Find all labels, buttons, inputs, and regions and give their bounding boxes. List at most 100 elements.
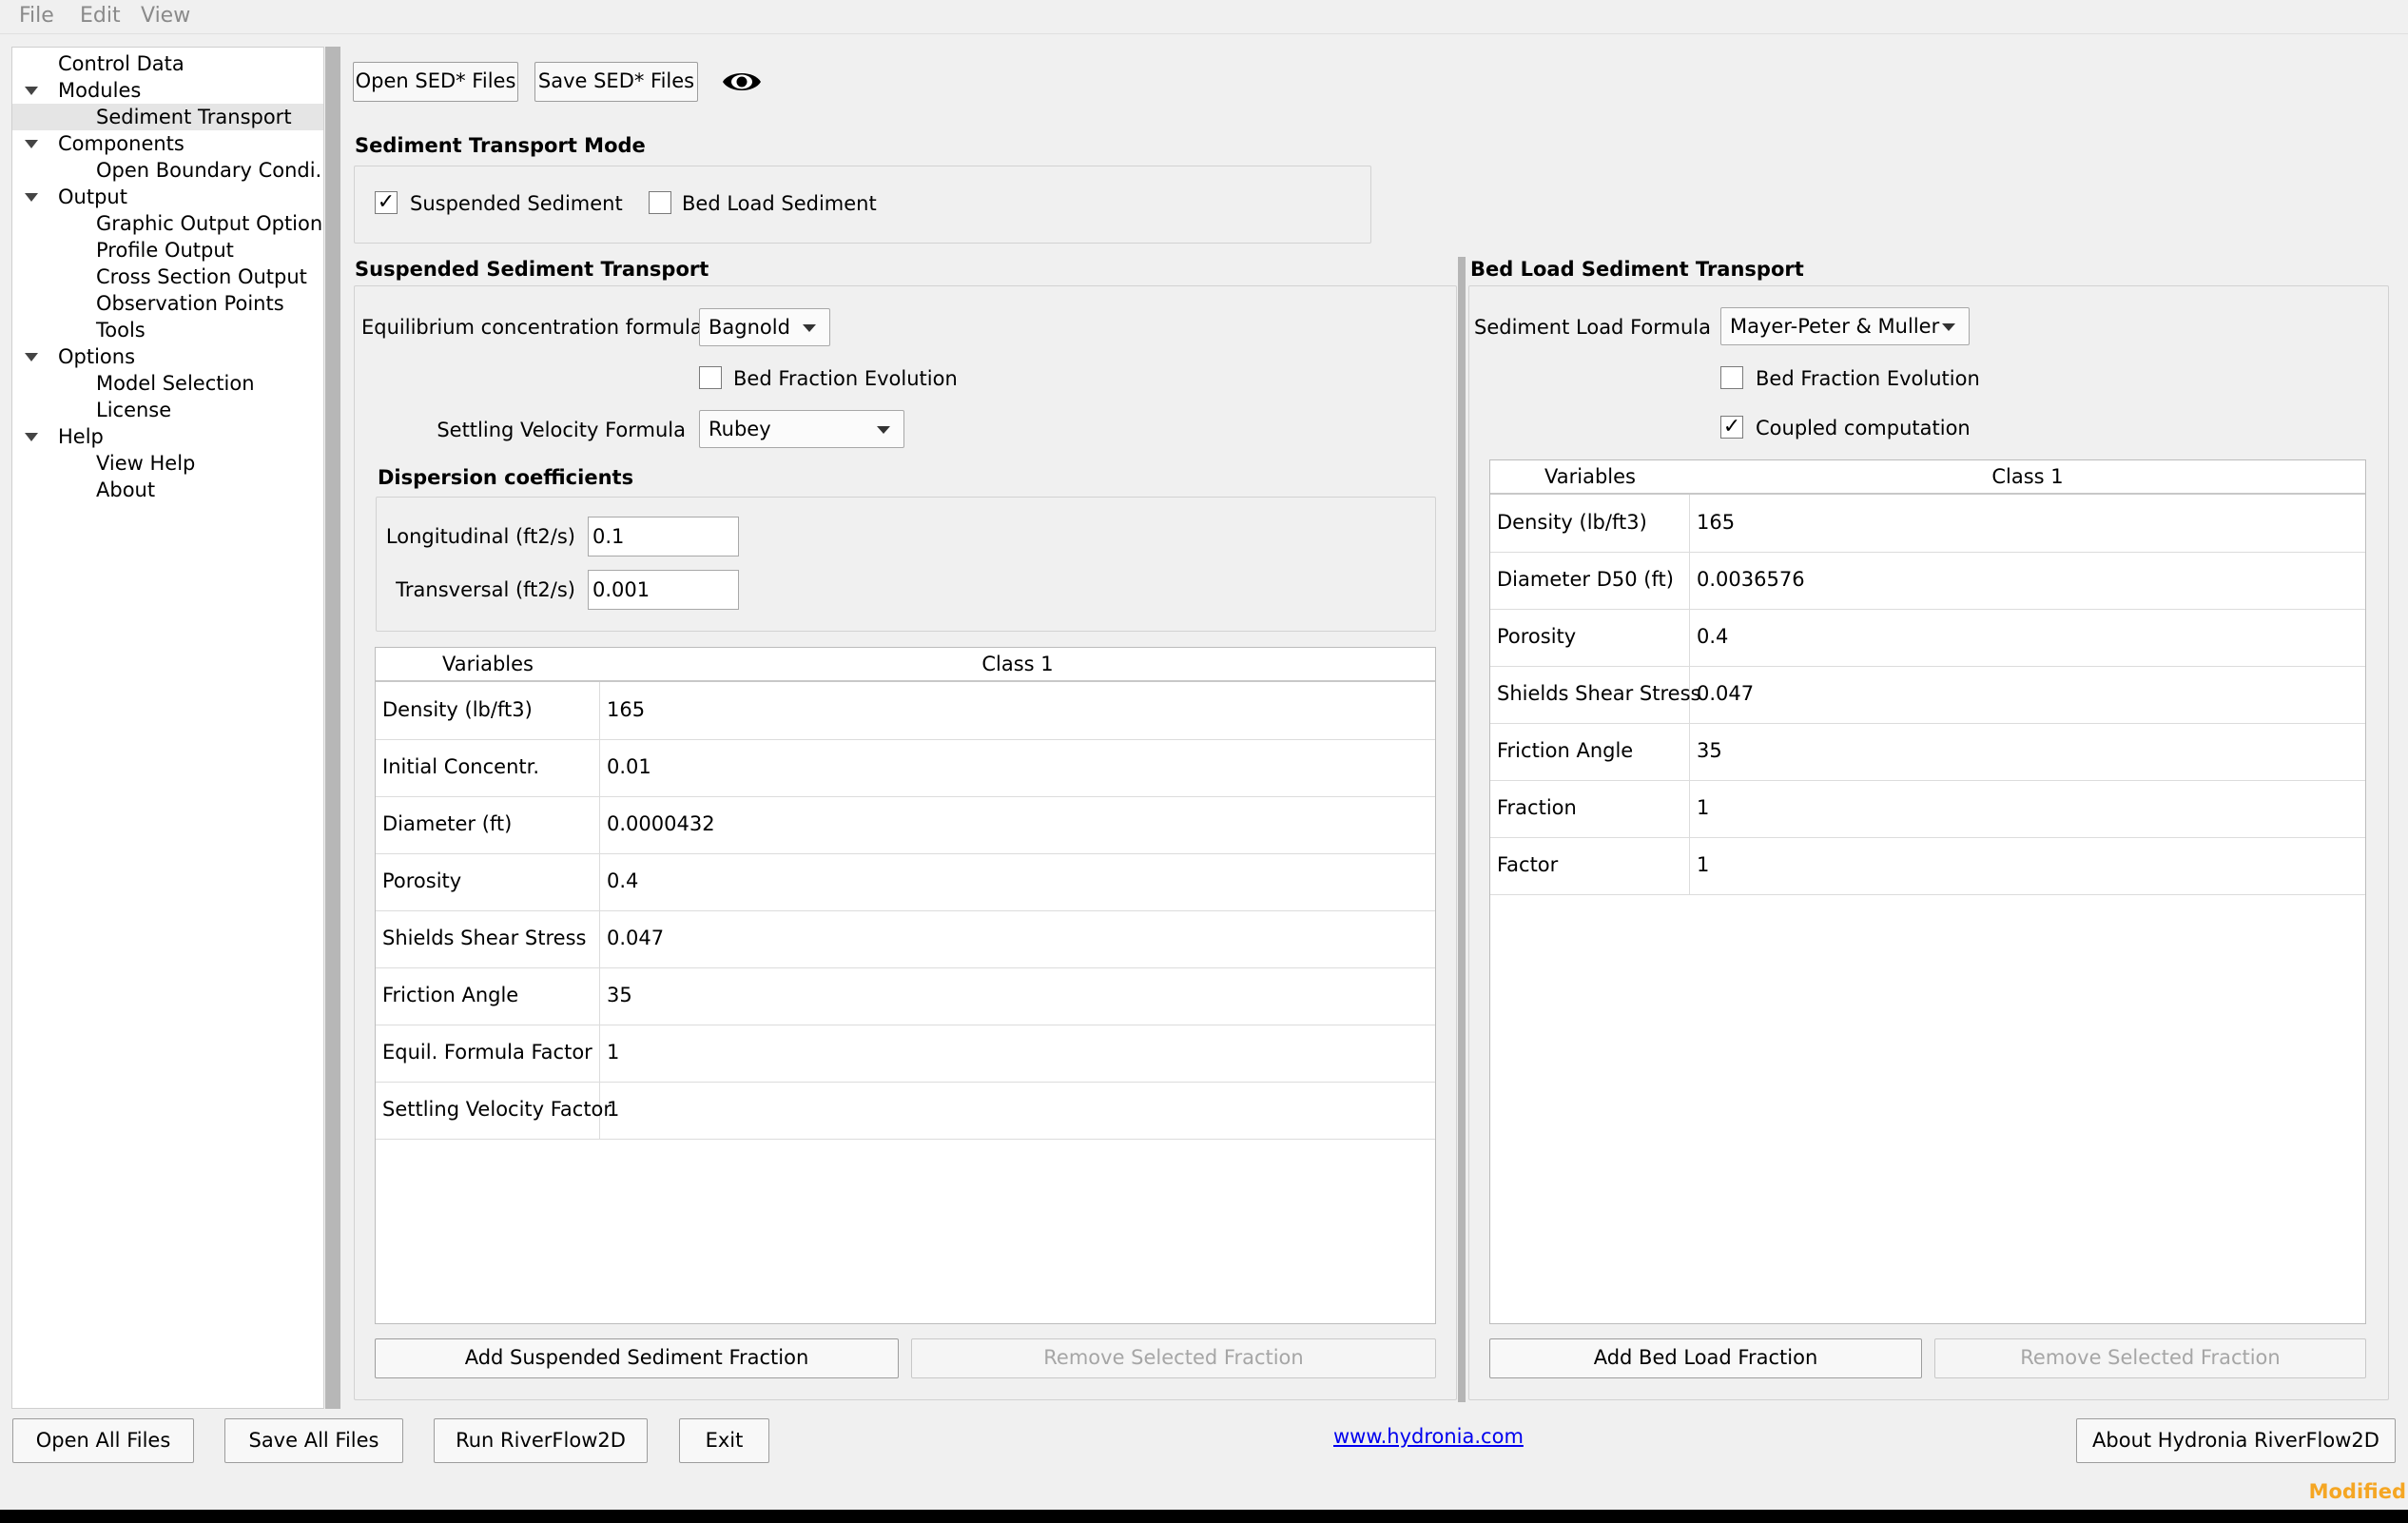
suspended-sediment-checkbox[interactable]: ✓ (375, 191, 398, 214)
bed-load-sediment-checkbox[interactable] (649, 191, 671, 214)
tree-item-view-help[interactable]: View Help (12, 450, 323, 477)
table-row[interactable]: Shields Shear Stress 0.047 (376, 910, 1435, 968)
settling-velocity-select[interactable]: Rubey (699, 410, 904, 448)
table-row[interactable]: Diameter D50 (ft) 0.0036576 (1490, 552, 2365, 610)
table-row[interactable]: Friction Angle 35 (1490, 723, 2365, 781)
column-header-class-1[interactable]: Class 1 (1690, 460, 2365, 495)
class-1-value-cell[interactable]: 0.4 (600, 853, 1435, 910)
bed-load-bed-fraction-checkbox[interactable] (1720, 366, 1743, 389)
variable-name-cell: Porosity (376, 853, 600, 910)
column-header-variables[interactable]: Variables (376, 648, 601, 682)
chevron-down-icon (803, 324, 816, 332)
table-row[interactable]: Diameter (ft) 0.0000432 (376, 796, 1435, 854)
tree-item-license[interactable]: License (12, 397, 323, 423)
tree-item-options[interactable]: Options (12, 343, 323, 370)
table-row[interactable]: Initial Concentr. 0.01 (376, 739, 1435, 797)
class-1-value-cell[interactable]: 0.4 (1690, 609, 2365, 666)
class-1-value-cell[interactable]: 1 (600, 1082, 1435, 1139)
open-all-files-button[interactable]: Open All Files (12, 1418, 194, 1463)
table-row[interactable]: Porosity 0.4 (1490, 609, 2365, 667)
tree-item-open-boundary-condi[interactable]: Open Boundary Condi... (12, 157, 323, 184)
variable-name-cell: Diameter D50 (ft) (1490, 552, 1690, 609)
chevron-down-icon (877, 426, 890, 434)
table-row[interactable]: Porosity 0.4 (376, 853, 1435, 911)
menu-edit[interactable]: Edit (80, 4, 121, 28)
table-row[interactable]: Equil. Formula Factor 1 (376, 1025, 1435, 1083)
tree-item-observation-points[interactable]: Observation Points (12, 290, 323, 317)
add-suspended-fraction-button[interactable]: Add Suspended Sediment Fraction (375, 1338, 899, 1378)
table-row[interactable]: Density (lb/ft3) 165 (1490, 495, 2365, 553)
suspended-properties-table[interactable]: Variables Class 1 Density (lb/ft3) 165 Initi… (375, 647, 1436, 1324)
tree-item-control-data[interactable]: Control Data (12, 50, 323, 77)
menu-view[interactable]: View (141, 4, 190, 28)
tree-item-label: Modules (58, 79, 142, 102)
transversal-input[interactable]: 0.001 (588, 570, 739, 610)
expand-arrow-icon[interactable] (25, 193, 38, 202)
class-1-value-cell[interactable]: 0.047 (600, 910, 1435, 967)
class-1-value-cell[interactable]: 1 (1690, 780, 2365, 837)
run-riverflow2d-button[interactable]: Run RiverFlow2D (434, 1418, 648, 1463)
sediment-load-formula-select[interactable]: Mayer-Peter & Muller (1720, 307, 1970, 345)
tree-item-profile-output[interactable]: Profile Output (12, 237, 323, 264)
expand-arrow-icon[interactable] (25, 140, 38, 148)
table-row[interactable]: Settling Velocity Factor 1 (376, 1082, 1435, 1140)
expand-arrow-icon[interactable] (25, 87, 38, 95)
tree-item-label: Tools (96, 319, 146, 342)
table-row[interactable]: Friction Angle 35 (376, 967, 1435, 1025)
save-sed-files-button[interactable]: Save SED* Files (534, 62, 698, 102)
menu-file[interactable]: File (19, 4, 54, 28)
tree-item-modules[interactable]: Modules (12, 77, 323, 104)
remove-suspended-fraction-button[interactable]: Remove Selected Fraction (911, 1338, 1436, 1378)
exit-button[interactable]: Exit (679, 1418, 769, 1463)
coupled-computation-checkbox[interactable]: ✓ (1720, 416, 1743, 439)
table-row[interactable]: Shields Shear Stress 0.047 (1490, 666, 2365, 724)
eye-icon[interactable] (720, 65, 764, 99)
tree-item-help[interactable]: Help (12, 423, 323, 450)
tree-item-tools[interactable]: Tools (12, 317, 323, 343)
add-bed-load-fraction-button[interactable]: Add Bed Load Fraction (1489, 1338, 1922, 1378)
class-1-value-cell[interactable]: 35 (600, 967, 1435, 1025)
equilibrium-formula-select[interactable]: Bagnold (699, 308, 830, 346)
tree-item-components[interactable]: Components (12, 130, 323, 157)
expand-arrow-icon[interactable] (25, 353, 38, 361)
class-1-value-cell[interactable]: 1 (600, 1025, 1435, 1082)
class-1-value-cell[interactable]: 165 (600, 682, 1435, 739)
class-1-value-cell[interactable]: 35 (1690, 723, 2365, 780)
panel-splitter[interactable] (1458, 257, 1466, 1402)
suspended-bed-fraction-checkbox[interactable] (699, 366, 722, 389)
class-1-value-cell[interactable]: 0.0000432 (600, 796, 1435, 853)
variable-name-cell: Friction Angle (376, 967, 600, 1025)
class-1-value-cell[interactable]: 1 (1690, 837, 2365, 894)
tree-item-about[interactable]: About (12, 477, 323, 503)
bed-load-properties-table[interactable]: Variables Class 1 Density (lb/ft3) 165 Diame… (1489, 459, 2366, 1324)
tree-item-label: About (96, 478, 156, 501)
hydronia-website-link[interactable]: www.hydronia.com (1333, 1425, 1524, 1448)
save-all-files-button[interactable]: Save All Files (224, 1418, 403, 1463)
longitudinal-input[interactable]: 0.1 (588, 517, 739, 556)
tree-item-model-selection[interactable]: Model Selection (12, 370, 323, 397)
variable-name-cell: Settling Velocity Factor (376, 1082, 612, 1139)
tree-item-graphic-output-options[interactable]: Graphic Output Options (12, 210, 323, 237)
class-1-value-cell[interactable]: 165 (1690, 495, 2365, 552)
remove-bed-load-fraction-button[interactable]: Remove Selected Fraction (1934, 1338, 2366, 1378)
navigation-tree[interactable]: Control Data Modules Sediment Transport Com… (11, 47, 324, 1409)
table-row[interactable]: Fraction 1 (1490, 780, 2365, 838)
class-1-value-cell[interactable]: 0.047 (1690, 666, 2365, 723)
column-header-class-1[interactable]: Class 1 (600, 648, 1435, 682)
class-1-value-cell[interactable]: 0.01 (600, 739, 1435, 796)
class-1-value-cell[interactable]: 0.0036576 (1690, 552, 2365, 609)
tree-item-sediment-transport[interactable]: Sediment Transport (12, 104, 323, 130)
tree-item-cross-section-output[interactable]: Cross Section Output (12, 264, 323, 290)
open-sed-files-button[interactable]: Open SED* Files (353, 62, 518, 102)
suspended-transport-title: Suspended Sediment Transport (355, 258, 709, 281)
tree-item-label: Control Data (58, 52, 184, 75)
variable-name-cell: Friction Angle (1490, 723, 1690, 780)
table-row[interactable]: Density (lb/ft3) 165 (376, 682, 1435, 740)
sidebar-splitter[interactable] (325, 47, 340, 1409)
table-row[interactable]: Factor 1 (1490, 837, 2365, 895)
expand-arrow-icon[interactable] (25, 433, 38, 441)
chevron-down-icon (1942, 323, 1955, 331)
column-header-variables[interactable]: Variables (1490, 460, 1691, 495)
about-hydronia-button[interactable]: About Hydronia RiverFlow2D (2076, 1418, 2396, 1463)
tree-item-output[interactable]: Output (12, 184, 323, 210)
